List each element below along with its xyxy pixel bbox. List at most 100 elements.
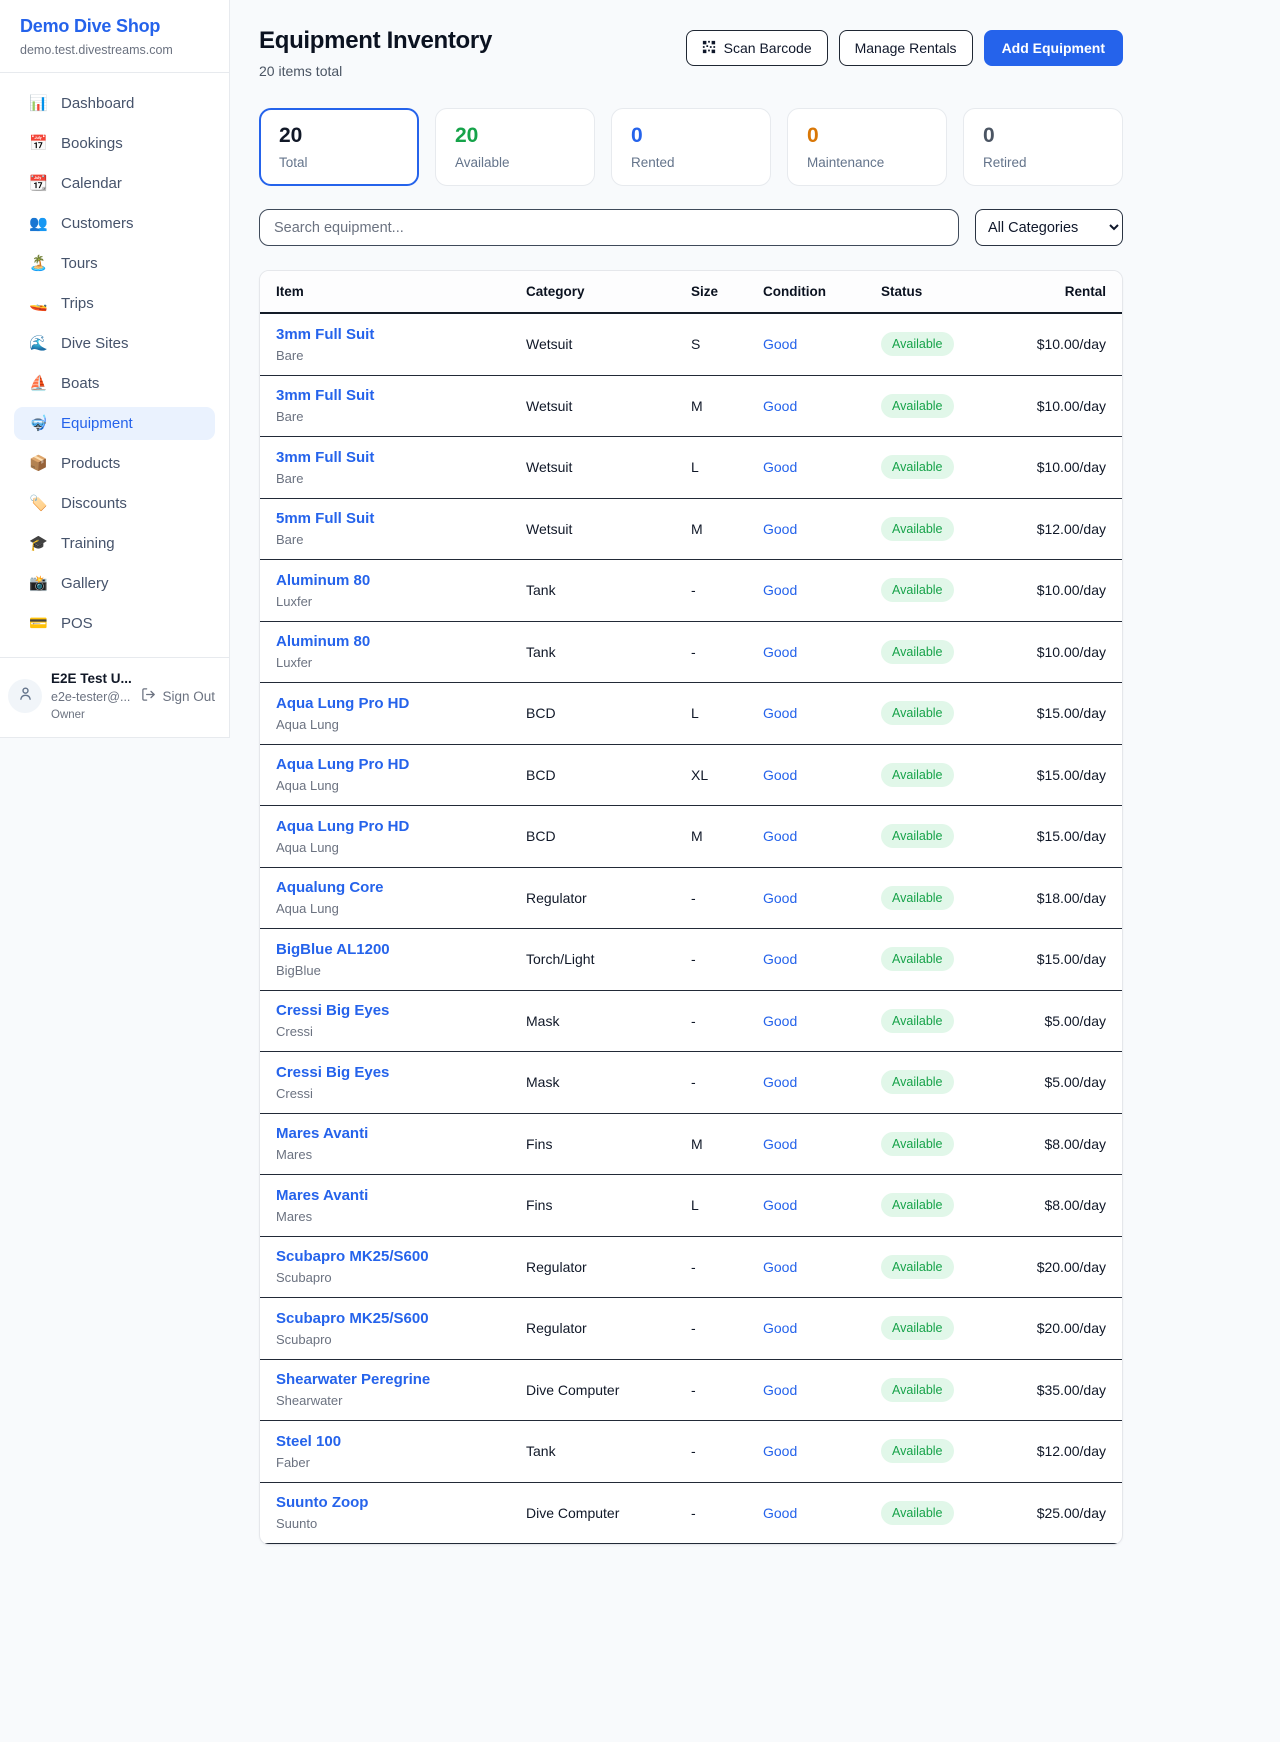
sidebar-item[interactable]: 🤿 Equipment (14, 407, 215, 440)
item-name-link[interactable]: Cressi Big Eyes (276, 1002, 389, 1019)
sidebar-item[interactable]: 🚤 Trips (14, 287, 215, 320)
item-name-link[interactable]: Suunto Zoop (276, 1494, 368, 1511)
table-row[interactable]: Aqualung Core Aqua Lung Regulator - Good… (260, 868, 1122, 930)
item-name-link[interactable]: Mares Avanti (276, 1125, 368, 1142)
sidebar-item[interactable]: 🏝️ Tours (14, 247, 215, 280)
status-cell: Available (881, 1255, 1031, 1279)
category-cell: Tank (526, 644, 691, 660)
item-name-link[interactable]: Scubapro MK25/S600 (276, 1310, 429, 1327)
sidebar-item[interactable]: 💳 POS (14, 607, 215, 640)
status-cell: Available (881, 1193, 1031, 1217)
stat-card[interactable]: 0 Retired (963, 108, 1123, 186)
sidebar-item[interactable]: 👥 Customers (14, 207, 215, 240)
status-badge: Available (881, 701, 954, 725)
table-row[interactable]: Steel 100 Faber Tank - Good Available $1… (260, 1421, 1122, 1483)
item-name-link[interactable]: Aqualung Core (276, 879, 384, 896)
sidebar-item[interactable]: 📆 Calendar (14, 167, 215, 200)
sidebar-nav: 📊 Dashboard 📅 Bookings 📆 Calendar 👥 Cust… (0, 73, 229, 657)
size-cell: - (691, 1382, 763, 1398)
sidebar-item[interactable]: 📸 Gallery (14, 567, 215, 600)
nav-item-icon: 💳 (29, 616, 48, 631)
table-row[interactable]: 5mm Full Suit Bare Wetsuit M Good Availa… (260, 499, 1122, 561)
table-row[interactable]: Aqua Lung Pro HD Aqua Lung BCD M Good Av… (260, 806, 1122, 868)
size-cell: - (691, 644, 763, 660)
item-name-link[interactable]: 5mm Full Suit (276, 510, 374, 527)
item-name-link[interactable]: 3mm Full Suit (276, 449, 374, 466)
nav-item-label: Dashboard (61, 95, 134, 112)
status-badge: Available (881, 1070, 954, 1094)
add-equipment-button[interactable]: Add Equipment (984, 30, 1123, 66)
sidebar-item[interactable]: 📊 Dashboard (14, 87, 215, 120)
table-row[interactable]: Mares Avanti Mares Fins M Good Available… (260, 1114, 1122, 1176)
item-cell: BigBlue AL1200 BigBlue (276, 941, 526, 978)
table-row[interactable]: Aqua Lung Pro HD Aqua Lung BCD XL Good A… (260, 745, 1122, 807)
table-row[interactable]: Scubapro MK25/S600 Scubapro Regulator - … (260, 1298, 1122, 1360)
search-input[interactable] (259, 209, 959, 246)
item-name-link[interactable]: Aluminum 80 (276, 572, 370, 589)
status-badge: Available (881, 886, 954, 910)
item-name-link[interactable]: Aqua Lung Pro HD (276, 818, 409, 835)
brand-name[interactable]: Demo Dive Shop (20, 16, 209, 37)
table-row[interactable]: BigBlue AL1200 BigBlue Torch/Light - Goo… (260, 929, 1122, 991)
status-cell: Available (881, 1439, 1031, 1463)
stat-card[interactable]: 20 Available (435, 108, 595, 186)
scan-barcode-button[interactable]: Scan Barcode (686, 30, 828, 66)
condition-cell: Good (763, 1013, 881, 1029)
manage-rentals-button[interactable]: Manage Rentals (839, 30, 973, 66)
category-cell: Mask (526, 1074, 691, 1090)
status-badge: Available (881, 640, 954, 664)
item-name-link[interactable]: Cressi Big Eyes (276, 1064, 389, 1081)
nav-item-label: Dive Sites (61, 335, 129, 352)
column-header: Size (691, 284, 763, 299)
item-name-link[interactable]: Mares Avanti (276, 1187, 368, 1204)
status-cell: Available (881, 455, 1031, 479)
category-cell: Regulator (526, 1259, 691, 1275)
item-cell: Shearwater Peregrine Shearwater (276, 1371, 526, 1408)
item-name-link[interactable]: 3mm Full Suit (276, 326, 374, 343)
sidebar-item[interactable]: 📦 Products (14, 447, 215, 480)
sign-out-button[interactable]: Sign Out (141, 687, 215, 705)
status-cell: Available (881, 1009, 1031, 1033)
nav-item-icon: 📆 (29, 176, 48, 191)
table-row[interactable]: 3mm Full Suit Bare Wetsuit M Good Availa… (260, 376, 1122, 438)
table-row[interactable]: 3mm Full Suit Bare Wetsuit L Good Availa… (260, 437, 1122, 499)
sidebar-item[interactable]: ⛵ Boats (14, 367, 215, 400)
table-row[interactable]: Suunto Zoop Suunto Dive Computer - Good … (260, 1483, 1122, 1545)
table-row[interactable]: Aluminum 80 Luxfer Tank - Good Available… (260, 622, 1122, 684)
nav-item-label: Bookings (61, 135, 123, 152)
item-name-link[interactable]: Shearwater Peregrine (276, 1371, 430, 1388)
stat-card[interactable]: 20 Total (259, 108, 419, 186)
category-select[interactable]: All Categories (975, 209, 1123, 246)
stat-card[interactable]: 0 Maintenance (787, 108, 947, 186)
table-row[interactable]: Aluminum 80 Luxfer Tank - Good Available… (260, 560, 1122, 622)
item-name-link[interactable]: Aqua Lung Pro HD (276, 756, 409, 773)
table-row[interactable]: Aqua Lung Pro HD Aqua Lung BCD L Good Av… (260, 683, 1122, 745)
item-brand: Aqua Lung (276, 717, 526, 732)
nav-item-icon: 🏝️ (29, 256, 48, 271)
size-cell: L (691, 459, 763, 475)
table-row[interactable]: Scubapro MK25/S600 Scubapro Regulator - … (260, 1237, 1122, 1299)
table-row[interactable]: Mares Avanti Mares Fins L Good Available… (260, 1175, 1122, 1237)
item-name-link[interactable]: BigBlue AL1200 (276, 941, 390, 958)
item-name-link[interactable]: Scubapro MK25/S600 (276, 1248, 429, 1265)
item-name-link[interactable]: 3mm Full Suit (276, 387, 374, 404)
sidebar-item[interactable]: 📅 Bookings (14, 127, 215, 160)
item-name-link[interactable]: Steel 100 (276, 1433, 341, 1450)
sidebar-item[interactable]: 🏷️ Discounts (14, 487, 215, 520)
item-cell: Steel 100 Faber (276, 1433, 526, 1470)
rental-cell: $20.00/day (1031, 1259, 1106, 1275)
category-cell: Regulator (526, 890, 691, 906)
rental-cell: $5.00/day (1031, 1074, 1106, 1090)
table-row[interactable]: Cressi Big Eyes Cressi Mask - Good Avail… (260, 1052, 1122, 1114)
item-name-link[interactable]: Aqua Lung Pro HD (276, 695, 409, 712)
item-brand: Faber (276, 1455, 526, 1470)
item-brand: Bare (276, 348, 526, 363)
item-name-link[interactable]: Aluminum 80 (276, 633, 370, 650)
table-row[interactable]: Cressi Big Eyes Cressi Mask - Good Avail… (260, 991, 1122, 1053)
stat-card[interactable]: 0 Rented (611, 108, 771, 186)
table-row[interactable]: 3mm Full Suit Bare Wetsuit S Good Availa… (260, 314, 1122, 376)
table-row[interactable]: Shearwater Peregrine Shearwater Dive Com… (260, 1360, 1122, 1422)
status-cell: Available (881, 332, 1031, 356)
sidebar-item[interactable]: 🎓 Training (14, 527, 215, 560)
sidebar-item[interactable]: 🌊 Dive Sites (14, 327, 215, 360)
